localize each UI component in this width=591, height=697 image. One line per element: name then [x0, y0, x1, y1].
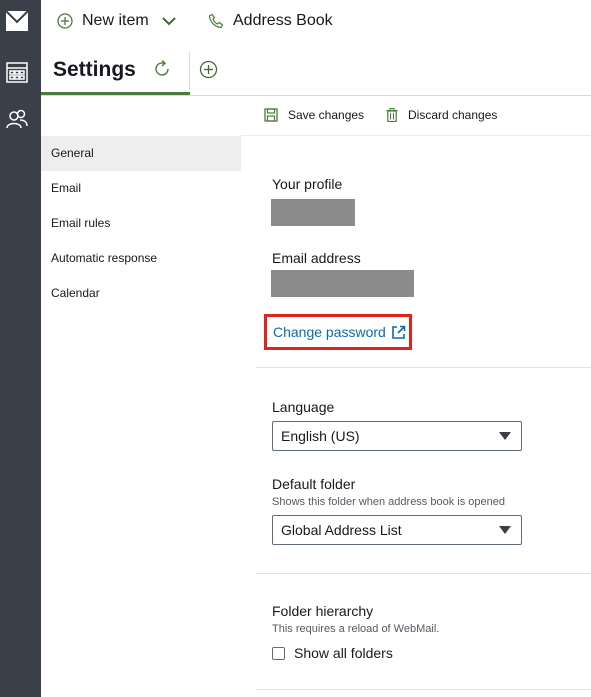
- page-title: Settings: [53, 58, 136, 81]
- contacts-icon[interactable]: [5, 107, 29, 131]
- refresh-icon[interactable]: [152, 59, 172, 79]
- language-select[interactable]: English (US): [272, 421, 522, 451]
- nav-item-automatic-response[interactable]: Automatic response: [41, 241, 241, 276]
- section-divider: [256, 689, 591, 690]
- add-tab-icon[interactable]: [199, 60, 218, 79]
- your-profile-label: Your profile: [272, 176, 343, 192]
- discard-changes-button[interactable]: Discard changes: [386, 108, 497, 122]
- default-folder-select[interactable]: Global Address List: [272, 515, 522, 545]
- save-changes-button[interactable]: Save changes: [264, 108, 364, 122]
- dropdown-caret-icon: [499, 526, 511, 534]
- save-changes-label: Save changes: [288, 108, 365, 122]
- default-folder-label: Default folder: [272, 476, 356, 492]
- new-item-button[interactable]: New item: [57, 10, 177, 32]
- nav-item-general[interactable]: General: [41, 136, 241, 171]
- section-divider: [256, 573, 591, 574]
- language-value: English (US): [281, 428, 360, 444]
- address-book-button[interactable]: Address Book: [208, 10, 333, 32]
- settings-action-bar: Save changes Discard changes: [241, 96, 591, 136]
- new-item-label: New item: [82, 12, 149, 29]
- top-toolbar: New item Address Book: [41, 0, 591, 44]
- section-divider: [256, 367, 591, 368]
- language-label: Language: [272, 399, 335, 415]
- nav-item-email-rules[interactable]: Email rules: [41, 206, 241, 241]
- settings-nav: General Email Email rules Automatic resp…: [41, 136, 241, 311]
- mail-icon[interactable]: [5, 9, 29, 33]
- email-address-redacted: [271, 270, 414, 297]
- default-folder-value: Global Address List: [281, 522, 402, 538]
- discard-changes-label: Discard changes: [408, 108, 498, 122]
- folder-hierarchy-hint: This requires a reload of WebMail.: [272, 623, 440, 635]
- save-icon: [264, 108, 278, 122]
- show-all-folders-checkbox[interactable]: [272, 646, 285, 660]
- external-link-icon: [392, 325, 406, 339]
- show-all-folders-label: Show all folders: [294, 645, 393, 661]
- address-book-label: Address Book: [233, 12, 333, 29]
- chevron-down-icon[interactable]: [161, 15, 177, 27]
- dropdown-caret-icon: [499, 432, 511, 440]
- phone-icon: [208, 13, 224, 29]
- profile-name-redacted: [271, 199, 355, 226]
- calendar-icon[interactable]: [5, 60, 29, 84]
- nav-item-email[interactable]: Email: [41, 171, 241, 206]
- change-password-highlight: Change password: [264, 314, 412, 350]
- email-address-label: Email address: [272, 250, 361, 266]
- nav-item-calendar[interactable]: Calendar: [41, 276, 241, 311]
- change-password-label: Change password: [273, 324, 386, 340]
- change-password-link[interactable]: Change password: [273, 324, 406, 340]
- plus-circle-icon: [57, 13, 73, 29]
- app-rail: [0, 0, 41, 697]
- tab-divider: [189, 52, 190, 90]
- trash-icon: [386, 108, 398, 122]
- default-folder-hint: Shows this folder when address book is o…: [272, 496, 505, 508]
- tab-settings[interactable]: Settings: [41, 44, 190, 95]
- show-all-folders-row[interactable]: Show all folders: [272, 645, 393, 661]
- folder-hierarchy-label: Folder hierarchy: [272, 603, 374, 619]
